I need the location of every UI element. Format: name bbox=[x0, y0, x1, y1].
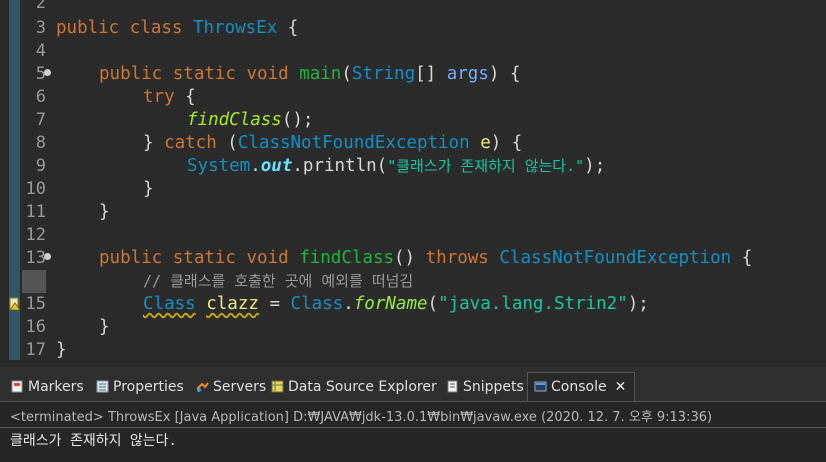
code-text: try { bbox=[143, 87, 196, 107]
code-line[interactable]: 3 public class ThrowsEx { bbox=[0, 17, 826, 40]
line-number: 17 bbox=[25, 340, 46, 360]
code-text: } bbox=[99, 202, 110, 222]
data-source-explorer-icon bbox=[271, 380, 284, 393]
code-line[interactable]: 7 findClass(); bbox=[0, 109, 826, 132]
fold-toggle-icon[interactable] bbox=[44, 69, 51, 76]
snippets-icon bbox=[447, 380, 458, 393]
line-number: 16 bbox=[25, 317, 46, 337]
line-number: 13 bbox=[25, 248, 46, 268]
code-text: } catch (ClassNotFoundException e) { bbox=[143, 133, 523, 153]
code-line[interactable]: 13 public static void findClass() throws… bbox=[0, 247, 826, 270]
console-view[interactable]: <terminated> ThrowsEx [Java Application]… bbox=[0, 401, 826, 462]
line-number: 8 bbox=[35, 133, 46, 153]
code-text: findClass(); bbox=[187, 110, 314, 130]
code-text: } bbox=[99, 317, 110, 337]
code-line[interactable]: 16 } bbox=[0, 316, 826, 339]
line-number: 2 bbox=[35, 0, 46, 13]
code-text: } bbox=[56, 340, 67, 360]
code-line[interactable]: 6 try { bbox=[0, 86, 826, 109]
view-tab-bar: Markers Properties Servers Data Source E… bbox=[0, 372, 826, 401]
code-text: System.out.println("클래스가 존재하지 않는다."); bbox=[187, 156, 606, 176]
markers-icon bbox=[11, 380, 23, 393]
code-text: } bbox=[143, 179, 154, 199]
line-number: 10 bbox=[25, 179, 46, 199]
code-text: public class ThrowsEx { bbox=[56, 18, 299, 38]
code-line[interactable]: 4 bbox=[0, 40, 826, 63]
code-line[interactable]: 2 bbox=[0, 0, 826, 15]
line-number: 5 bbox=[35, 64, 46, 84]
console-status: <terminated> ThrowsEx [Java Application]… bbox=[10, 410, 713, 425]
line-number: 7 bbox=[35, 110, 46, 130]
line-number: 11 bbox=[25, 202, 46, 222]
code-text: public static void main(String[] args) { bbox=[99, 64, 521, 84]
code-editor[interactable]: 2 3 public class ThrowsEx { 4 5 public s… bbox=[0, 0, 826, 367]
tab-servers[interactable]: Servers bbox=[196, 373, 266, 401]
tab-snippets[interactable]: Snippets bbox=[446, 373, 524, 401]
code-line[interactable]: 8 } catch (ClassNotFoundException e) { bbox=[0, 132, 826, 155]
close-icon[interactable]: ✕ bbox=[615, 379, 627, 395]
line-number: 12 bbox=[25, 225, 46, 245]
tab-console[interactable]: Console ✕ bbox=[527, 372, 636, 401]
code-line[interactable]: 14 // 클래스를 호출한 곳에 예외를 떠넘김 bbox=[0, 270, 826, 293]
code-text: Class clazz = Class.forName("java.lang.S… bbox=[143, 294, 649, 314]
console-icon bbox=[534, 381, 547, 392]
line-number: 15 bbox=[25, 294, 46, 314]
code-text: public static void findClass() throws Cl… bbox=[99, 248, 753, 268]
console-output: 클래스가 존재하지 않는다. bbox=[10, 433, 177, 449]
line-number: 6 bbox=[35, 87, 46, 107]
tab-data-source-explorer[interactable]: Data Source Explorer bbox=[271, 373, 437, 401]
code-line[interactable]: 9 System.out.println("클래스가 존재하지 않는다."); bbox=[0, 155, 826, 178]
code-line[interactable]: 17 } bbox=[0, 339, 826, 362]
tab-markers[interactable]: Markers bbox=[11, 373, 84, 401]
line-number: 14 bbox=[22, 270, 46, 293]
code-line[interactable]: 15 Class clazz = Class.forName("java.lan… bbox=[0, 293, 826, 316]
servers-icon bbox=[196, 382, 209, 392]
line-number: 4 bbox=[35, 41, 46, 61]
fold-toggle-icon[interactable] bbox=[44, 253, 51, 260]
code-line[interactable]: 5 public static void main(String[] args)… bbox=[0, 63, 826, 86]
tab-properties[interactable]: Properties bbox=[96, 373, 184, 401]
divider bbox=[0, 427, 826, 428]
code-line[interactable]: 11 } bbox=[0, 201, 826, 224]
line-number: 3 bbox=[35, 18, 46, 38]
line-number: 9 bbox=[35, 156, 46, 176]
code-line[interactable]: 12 bbox=[0, 224, 826, 247]
warning-icon[interactable] bbox=[9, 297, 21, 311]
code-comment: // 클래스를 호출한 곳에 예외를 떠넘김 bbox=[143, 272, 414, 290]
code-line[interactable]: 10 } bbox=[0, 178, 826, 201]
properties-icon bbox=[96, 380, 109, 393]
